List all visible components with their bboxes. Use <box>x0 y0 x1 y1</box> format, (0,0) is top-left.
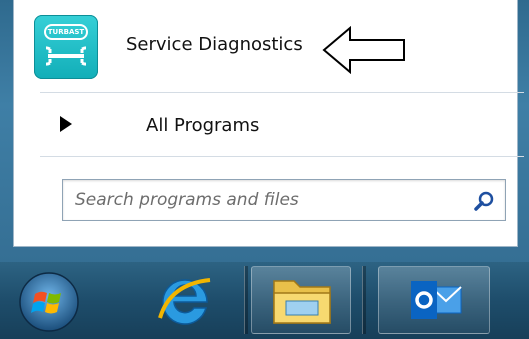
folder-icon <box>273 280 331 324</box>
start-menu-panel: TURBAST Service Diagnostics All Programs <box>13 0 524 247</box>
all-programs-button[interactable]: All Programs <box>40 100 510 150</box>
search-icon[interactable] <box>473 190 495 212</box>
search-box[interactable] <box>62 179 506 221</box>
search-input[interactable] <box>75 188 455 212</box>
all-programs-label: All Programs <box>146 115 260 136</box>
triangle-right-icon <box>60 116 72 132</box>
taskbar-item-outlook[interactable] <box>378 266 490 334</box>
program-label: Service Diagnostics <box>126 34 303 55</box>
program-item-service-diagnostics[interactable]: TURBAST Service Diagnostics <box>30 12 500 82</box>
taskbar-item-windows-explorer[interactable] <box>251 266 351 334</box>
taskbar <box>0 262 529 339</box>
windows-logo-icon[interactable] <box>19 272 79 332</box>
divider <box>40 156 524 157</box>
outlook-icon <box>411 281 462 319</box>
wrench-tool-icon: TURBAST <box>34 15 98 79</box>
callout-arrow-icon <box>322 26 405 74</box>
taskbar-separator <box>244 266 248 334</box>
taskbar-separator <box>362 266 366 334</box>
divider <box>40 92 524 93</box>
icon-badge: TURBAST <box>44 24 88 40</box>
internet-explorer-icon[interactable] <box>150 268 220 334</box>
